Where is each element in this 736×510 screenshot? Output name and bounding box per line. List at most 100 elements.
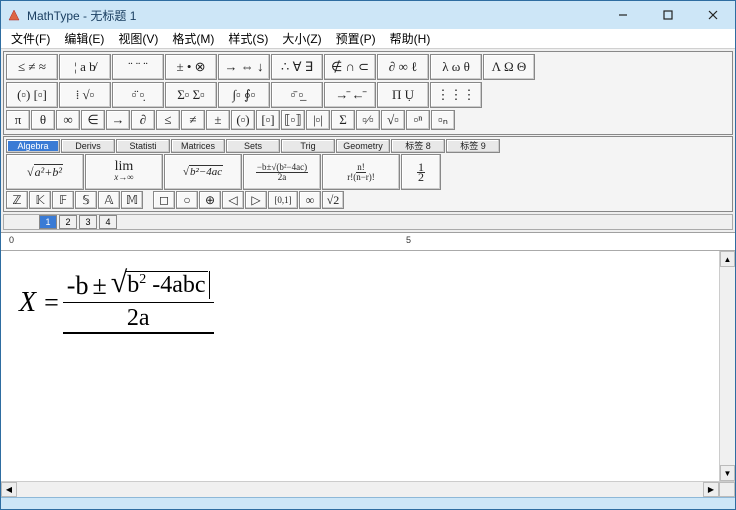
bb-tri-left[interactable]: ◁	[222, 191, 244, 209]
tab-trig[interactable]: Trig	[281, 139, 335, 153]
menu-bar: 文件(F) 编辑(E) 视图(V) 格式(M) 样式(S) 大小(Z) 预置(P…	[1, 29, 735, 49]
preset-binomial[interactable]: n!r!(n−r)!	[322, 154, 400, 190]
sym-infinity[interactable]: ∞	[56, 110, 80, 130]
maximize-button[interactable]	[645, 1, 690, 29]
tab-sets[interactable]: Sets	[226, 139, 280, 153]
minimize-button[interactable]	[600, 1, 645, 29]
bb-interval[interactable]: [0,1]	[268, 191, 298, 209]
bb-sqrt2[interactable]: √2	[322, 191, 344, 209]
menu-help[interactable]: 帮助(H)	[384, 28, 437, 49]
menu-view[interactable]: 视图(V)	[112, 28, 164, 49]
sym-pm[interactable]: ±	[206, 110, 230, 130]
tab-9[interactable]: 标签 9	[446, 139, 500, 153]
tmpl-fence3[interactable]: ⟦▫⟧	[281, 110, 305, 130]
bb-m[interactable]: 𝕄	[121, 191, 143, 209]
sym-arrow[interactable]: →	[106, 110, 130, 130]
bb-z[interactable]: ℤ	[6, 191, 28, 209]
sym-ne[interactable]: ≠	[181, 110, 205, 130]
radicand-rest: -4abc	[146, 272, 205, 298]
tab-geometry[interactable]: Geometry	[336, 139, 390, 153]
bb-f[interactable]: 𝔽	[52, 191, 74, 209]
menu-file[interactable]: 文件(F)	[5, 28, 56, 49]
preset-half-den: 2	[418, 173, 424, 182]
equation-equals: =	[44, 288, 59, 318]
vertical-scrollbar[interactable]: ▲ ▼	[719, 251, 735, 481]
tmpl-sum[interactable]: Σ	[331, 110, 355, 130]
bb-square[interactable]: ◻	[153, 191, 175, 209]
bb-circle[interactable]: ○	[176, 191, 198, 209]
size-2[interactable]: 2	[59, 215, 77, 229]
menu-format[interactable]: 格式(M)	[166, 28, 220, 49]
tab-derivs[interactable]: Derivs	[61, 139, 115, 153]
tab-8[interactable]: 标签 8	[391, 139, 445, 153]
size-3[interactable]: 3	[79, 215, 97, 229]
small-symbol-row: π θ ∞ ∈ → ∂ ≤ ≠ ± (▫) [▫] ⟦▫⟧ |▫| Σ ▫⁄▫ …	[6, 110, 730, 130]
bb-s[interactable]: 𝕊	[75, 191, 97, 209]
preset-sqrt-disc[interactable]: √b²−4ac	[164, 154, 242, 190]
sym-le[interactable]: ≤	[156, 110, 180, 130]
tab-algebra[interactable]: Algebra	[6, 139, 60, 153]
canvas-wrap: X = -b ± √ b2 -4abc 2a	[1, 251, 735, 481]
palette-misc[interactable]: ∂ ∞ ℓ	[377, 54, 429, 80]
tmpl-super[interactable]: ▫ⁿ	[406, 110, 430, 130]
bb-k[interactable]: 𝕂	[29, 191, 51, 209]
preset-quadratic[interactable]: −b±√(b²−4ac)2a	[243, 154, 321, 190]
preset-limit-bottom: x→∞	[114, 172, 133, 183]
tmpl-fence4[interactable]: |▫|	[306, 110, 330, 130]
equation-canvas[interactable]: X = -b ± √ b2 -4abc 2a	[1, 251, 719, 481]
ruler-tick-0: 0	[9, 235, 14, 245]
tmpl-sub[interactable]: ▫ₙ	[431, 110, 455, 130]
palette-arrows[interactable]: → ⇔ ↓	[218, 54, 270, 80]
sym-element[interactable]: ∈	[81, 110, 105, 130]
tmpl-root[interactable]: √▫	[381, 110, 405, 130]
palette-relations[interactable]: ≤ ≠ ≈	[6, 54, 58, 80]
palette-embellishments[interactable]: ¨ ¨ ¨	[112, 54, 164, 80]
preset-limit[interactable]: limx→∞	[85, 154, 163, 190]
size-4[interactable]: 4	[99, 215, 117, 229]
palette-sums[interactable]: Σ▫ Σ▫	[165, 82, 217, 108]
preset-sqrt-sum[interactable]: √a²+b²	[6, 154, 84, 190]
palette-integrals[interactable]: ∫▫ ∮▫	[218, 82, 270, 108]
sym-pi[interactable]: π	[6, 110, 30, 130]
sym-partial[interactable]: ∂	[131, 110, 155, 130]
preset-half[interactable]: 12	[401, 154, 441, 190]
palette-fences[interactable]: (▫) [▫]	[6, 82, 58, 108]
preset-quad-den: 2a	[278, 173, 287, 182]
window-title: MathType - 无标题 1	[27, 7, 600, 24]
menu-edit[interactable]: 编辑(E)	[58, 28, 110, 49]
palette-matrices[interactable]: ⋮⋮⋮	[430, 82, 482, 108]
scroll-track-h[interactable]	[17, 482, 703, 497]
menu-style[interactable]: 样式(S)	[222, 28, 274, 49]
menu-preferences[interactable]: 预置(P)	[330, 28, 382, 49]
palette-scripts[interactable]: ▫̈ ▫̣	[112, 82, 164, 108]
horizontal-scrollbar[interactable]: ◀ ▶	[1, 481, 735, 497]
menu-size[interactable]: 大小(Z)	[276, 28, 327, 49]
bb-infinity[interactable]: ∞	[299, 191, 321, 209]
close-button[interactable]	[690, 1, 735, 29]
tab-matrices[interactable]: Matrices	[171, 139, 225, 153]
scroll-track-v[interactable]	[720, 267, 735, 465]
tab-statisti[interactable]: Statisti	[116, 139, 170, 153]
tmpl-fence1[interactable]: (▫)	[231, 110, 255, 130]
palette-operators[interactable]: ± • ⊗	[165, 54, 217, 80]
palette-greek-lower[interactable]: λ ω θ	[430, 54, 482, 80]
bb-oplus[interactable]: ⊕	[199, 191, 221, 209]
scroll-up-icon[interactable]: ▲	[720, 251, 735, 267]
palette-logic[interactable]: ∴ ∀ ∃	[271, 54, 323, 80]
sym-theta[interactable]: θ	[31, 110, 55, 130]
palette-long-arrows[interactable]: →̄ ←̄	[324, 82, 376, 108]
bb-a[interactable]: 𝔸	[98, 191, 120, 209]
palette-greek-upper[interactable]: Λ Ω Θ	[483, 54, 535, 80]
palette-products[interactable]: Π Ụ	[377, 82, 429, 108]
palette-bars[interactable]: ▫̄ ▫̲	[271, 82, 323, 108]
tmpl-frac[interactable]: ▫⁄▫	[356, 110, 380, 130]
palette-fractions[interactable]: ⁞ √▫	[59, 82, 111, 108]
scroll-left-icon[interactable]: ◀	[1, 482, 17, 497]
scroll-down-icon[interactable]: ▼	[720, 465, 735, 481]
bb-tri-right[interactable]: ▷	[245, 191, 267, 209]
scroll-right-icon[interactable]: ▶	[703, 482, 719, 497]
palette-spaces[interactable]: ¦ a b̸	[59, 54, 111, 80]
tmpl-fence2[interactable]: [▫]	[256, 110, 280, 130]
size-1[interactable]: 1	[39, 215, 57, 229]
palette-sets[interactable]: ∉ ∩ ⊂	[324, 54, 376, 80]
